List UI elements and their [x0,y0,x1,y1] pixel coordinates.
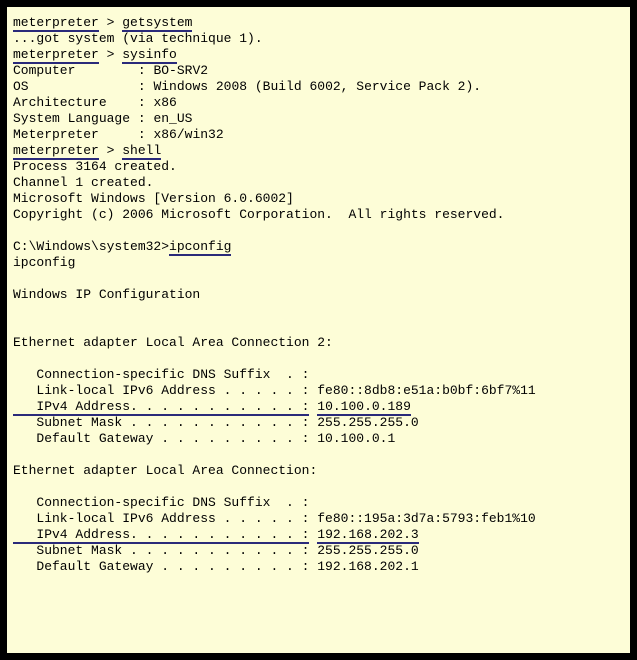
cmd-getsystem: getsystem [122,15,192,32]
adapter2-ipv4-value: 10.100.0.189 [317,399,411,416]
adapter1-linklocal: Link-local IPv6 Address . . . . . : fe80… [13,511,536,526]
sysinfo-met-value: x86/win32 [153,127,223,142]
cmd-ipconfig: ipconfig [169,239,231,256]
meterpreter-prompt: meterpreter [13,47,99,64]
shell-channel: Channel 1 created. [13,175,153,190]
adapter2-dns: Connection-specific DNS Suffix . : [13,367,309,382]
adapter2-title: Ethernet adapter Local Area Connection 2… [13,335,333,350]
sysinfo-os-label: OS : [13,79,153,94]
adapter2-linklocal: Link-local IPv6 Address . . . . . : fe80… [13,383,536,398]
sysinfo-lang-value: en_US [153,111,192,126]
adapter1-ipv4-label: IPv4 Address. . . . . . . . . . . : [13,527,309,544]
shell-version: Microsoft Windows [Version 6.0.6002] [13,191,294,206]
adapter2-ipv4-label: IPv4 Address. . . . . . . . . . . : [13,399,309,416]
sysinfo-arch-label: Architecture : [13,95,153,110]
prompt-sep: > [99,143,122,158]
adapter1-title: Ethernet adapter Local Area Connection: [13,463,317,478]
meterpreter-prompt: meterpreter [13,15,99,32]
adapter2-mask: Subnet Mask . . . . . . . . . . . : 255.… [13,415,419,430]
ipconfig-header: Windows IP Configuration [13,287,200,302]
prompt-sep: > [99,15,122,30]
cmd-sysinfo: sysinfo [122,47,177,64]
cmd-shell: shell [122,143,161,160]
meterpreter-prompt: meterpreter [13,143,99,160]
sysinfo-computer-label: Computer : [13,63,153,78]
sysinfo-computer-value: BO-SRV2 [153,63,208,78]
adapter2-gateway: Default Gateway . . . . . . . . . : 10.1… [13,431,395,446]
ipconfig-echo: ipconfig [13,255,75,270]
prompt-sep: > [99,47,122,62]
shell-process: Process 3164 created. [13,159,177,174]
sysinfo-os-value: Windows 2008 (Build 6002, Service Pack 2… [153,79,481,94]
terminal-output[interactable]: meterpreter > getsystem ...got system (v… [6,6,631,654]
getsystem-result: ...got system (via technique 1). [13,31,263,46]
adapter1-ipv4-value: 192.168.202.3 [317,527,418,544]
adapter1-dns: Connection-specific DNS Suffix . : [13,495,309,510]
shell-cwd: C:\Windows\system32> [13,239,169,254]
adapter1-mask: Subnet Mask . . . . . . . . . . . : 255.… [13,543,419,558]
sysinfo-lang-label: System Language : [13,111,153,126]
adapter1-gateway: Default Gateway . . . . . . . . . : 192.… [13,559,419,574]
sysinfo-met-label: Meterpreter : [13,127,153,142]
shell-copyright: Copyright (c) 2006 Microsoft Corporation… [13,207,504,222]
sysinfo-arch-value: x86 [153,95,176,110]
